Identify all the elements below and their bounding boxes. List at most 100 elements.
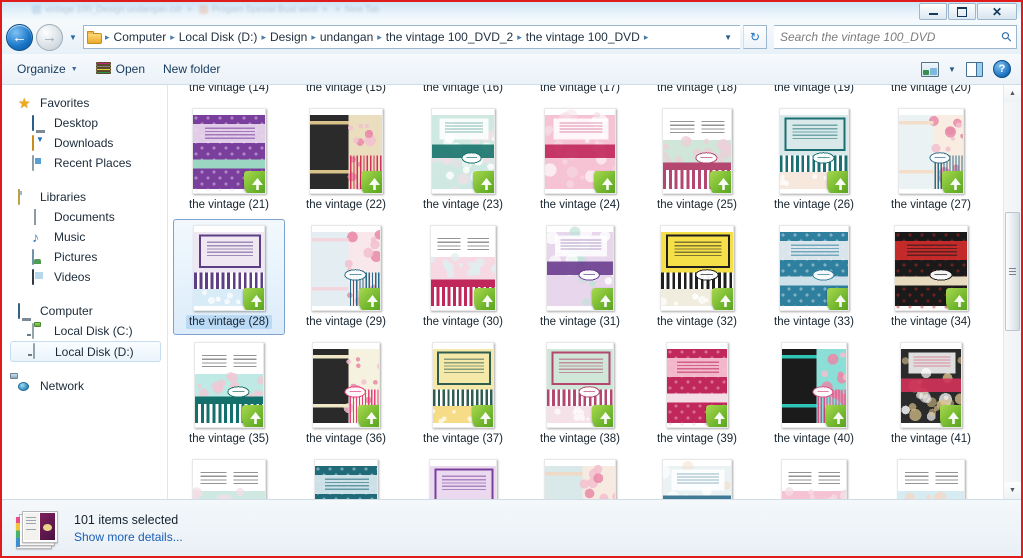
breadcrumb-computer[interactable]: Computer bbox=[111, 28, 170, 46]
sidebar-label-recent-places: Recent Places bbox=[54, 156, 132, 170]
show-more-details-link[interactable]: Show more details... bbox=[74, 530, 183, 544]
thumbnail bbox=[885, 340, 977, 429]
breadcrumb-design[interactable]: Design bbox=[267, 28, 310, 46]
file-tile[interactable]: the vintage (47) bbox=[758, 453, 870, 499]
back-button[interactable]: ← bbox=[6, 23, 33, 51]
file-tile[interactable]: the vintage (25) bbox=[641, 102, 753, 218]
file-name-label: the vintage (21) bbox=[189, 199, 269, 211]
file-tile[interactable]: the vintage (40) bbox=[758, 336, 870, 452]
file-tile[interactable]: the vintage (16) bbox=[407, 85, 519, 101]
preview-pane-button[interactable] bbox=[961, 58, 987, 80]
sidebar-item-downloads[interactable]: Downloads bbox=[2, 133, 167, 153]
nav-group-favorites: ★ Favorites Desktop Downloads Recent Pla… bbox=[2, 93, 167, 173]
music-icon: ♪ bbox=[32, 228, 39, 245]
breadcrumb-separator: ▸ bbox=[170, 31, 175, 42]
vertical-scrollbar[interactable]: ▲ ▼ bbox=[1003, 85, 1021, 499]
coreldraw-overlay-icon bbox=[358, 404, 379, 427]
file-tile[interactable]: the vintage (17) bbox=[524, 85, 636, 101]
file-tile[interactable]: the vintage (43) bbox=[290, 453, 402, 499]
scroll-down-button[interactable]: ▼ bbox=[1004, 482, 1021, 499]
file-tile[interactable]: the vintage (48) bbox=[875, 453, 987, 499]
new-folder-button[interactable]: New folder bbox=[154, 58, 229, 80]
coreldraw-overlay-icon bbox=[940, 404, 961, 427]
help-button[interactable]: ? bbox=[989, 58, 1015, 80]
sidebar-item-local-disk-d[interactable]: Local Disk (D:) bbox=[10, 341, 161, 362]
file-tile[interactable]: the vintage (42) bbox=[173, 453, 285, 499]
scrollbar-thumb[interactable] bbox=[1005, 212, 1020, 331]
thumbnail bbox=[183, 106, 275, 195]
file-tile[interactable]: the vintage (19) bbox=[758, 85, 870, 101]
file-tile[interactable]: the vintage (41) bbox=[875, 336, 987, 452]
file-tile[interactable]: the vintage (32) bbox=[641, 219, 753, 335]
file-tile[interactable]: the vintage (38) bbox=[524, 336, 636, 452]
file-tile-selected[interactable]: the vintage (28) bbox=[173, 219, 285, 335]
address-bar[interactable]: ▸ Computer ▸ Local Disk (D:) ▸ Design ▸ … bbox=[83, 25, 740, 49]
minimize-button[interactable] bbox=[919, 3, 947, 20]
file-tile[interactable]: the vintage (26) bbox=[758, 102, 870, 218]
file-tile[interactable]: the vintage (15) bbox=[290, 85, 402, 101]
sidebar-item-local-disk-c[interactable]: Local Disk (C:) bbox=[2, 321, 167, 341]
maximize-button[interactable] bbox=[948, 3, 976, 20]
open-button[interactable]: Open bbox=[87, 58, 154, 80]
breadcrumb-separator: ▸ bbox=[377, 31, 382, 42]
view-dropdown-button[interactable]: ▼ bbox=[945, 65, 959, 74]
sidebar-item-libraries[interactable]: Libraries bbox=[2, 187, 167, 207]
file-tile[interactable]: the vintage (24) bbox=[524, 102, 636, 218]
thumbnail bbox=[651, 106, 743, 195]
address-dropdown-icon[interactable]: ▼ bbox=[714, 33, 738, 42]
close-button[interactable]: ✕ bbox=[977, 3, 1017, 20]
thumbnail-image bbox=[779, 224, 849, 311]
file-list-view[interactable]: the vintage (14) the vintage (15) the vint… bbox=[168, 85, 1021, 499]
file-tile[interactable]: the vintage (22) bbox=[290, 102, 402, 218]
scroll-up-button[interactable]: ▲ bbox=[1004, 85, 1021, 102]
file-tile[interactable]: the vintage (39) bbox=[641, 336, 753, 452]
sidebar-item-recent-places[interactable]: Recent Places bbox=[2, 153, 167, 173]
breadcrumb-local-disk-d[interactable]: Local Disk (D:) bbox=[176, 28, 261, 46]
search-box[interactable]: Search the vintage 100_DVD ⚲ bbox=[774, 25, 1017, 49]
sidebar-item-favorites[interactable]: ★ Favorites bbox=[2, 93, 167, 113]
sidebar-item-pictures[interactable]: Pictures bbox=[2, 247, 167, 267]
breadcrumb-dvd[interactable]: the vintage 100_DVD bbox=[523, 28, 643, 46]
file-tile[interactable]: the vintage (20) bbox=[875, 85, 987, 101]
sidebar-label-downloads: Downloads bbox=[54, 136, 114, 150]
file-tile[interactable]: the vintage (31) bbox=[524, 219, 636, 335]
coreldraw-overlay-icon bbox=[243, 287, 264, 310]
sidebar-item-desktop[interactable]: Desktop bbox=[2, 113, 167, 133]
recent-locations-button[interactable]: ▼ bbox=[66, 26, 80, 48]
refresh-button[interactable]: ↻ bbox=[743, 25, 767, 49]
file-tile[interactable]: the vintage (21) bbox=[173, 102, 285, 218]
file-tile[interactable]: the vintage (18) bbox=[641, 85, 753, 101]
sidebar-item-videos[interactable]: Videos bbox=[2, 267, 167, 287]
file-tile[interactable]: the vintage (14) bbox=[173, 85, 285, 101]
breadcrumb-dvd-2[interactable]: the vintage 100_DVD_2 bbox=[383, 28, 516, 46]
file-tile[interactable]: the vintage (45) bbox=[524, 453, 636, 499]
plus-icon: ✕ bbox=[334, 4, 341, 14]
change-view-button[interactable] bbox=[917, 58, 943, 80]
breadcrumb-undangan[interactable]: undangan bbox=[317, 28, 376, 46]
sidebar-item-network[interactable]: Network bbox=[2, 376, 167, 396]
file-tile[interactable]: the vintage (37) bbox=[407, 336, 519, 452]
thumbnail-artwork bbox=[193, 459, 265, 499]
file-tile[interactable]: the vintage (36) bbox=[290, 336, 402, 452]
coreldraw-overlay-icon bbox=[592, 404, 613, 427]
file-tile[interactable]: the vintage (35) bbox=[173, 336, 285, 452]
sidebar-item-documents[interactable]: Documents bbox=[2, 207, 167, 227]
file-tile[interactable]: the vintage (23) bbox=[407, 102, 519, 218]
file-tile[interactable]: the vintage (44) bbox=[407, 453, 519, 499]
sidebar-item-music[interactable]: ♪ Music bbox=[2, 227, 167, 247]
search-input[interactable]: Search the vintage 100_DVD bbox=[780, 30, 1002, 44]
file-tile[interactable]: the vintage (46) bbox=[641, 453, 753, 499]
file-tile[interactable]: the vintage (33) bbox=[758, 219, 870, 335]
thumbnail-image bbox=[662, 458, 732, 499]
file-tile[interactable]: the vintage (30) bbox=[407, 219, 519, 335]
file-tile[interactable]: the vintage (34) bbox=[875, 219, 987, 335]
folder-icon bbox=[87, 30, 102, 44]
breadcrumb-separator: ▸ bbox=[517, 31, 522, 42]
file-tile[interactable]: the vintage (29) bbox=[290, 219, 402, 335]
forward-button[interactable]: → bbox=[36, 23, 63, 51]
sidebar-item-computer[interactable]: Computer bbox=[2, 301, 167, 321]
thumbnail bbox=[300, 106, 392, 195]
breadcrumb-separator: ▸ bbox=[311, 31, 316, 42]
organize-button[interactable]: Organize ▼ bbox=[8, 58, 87, 80]
file-tile[interactable]: the vintage (27) bbox=[875, 102, 987, 218]
